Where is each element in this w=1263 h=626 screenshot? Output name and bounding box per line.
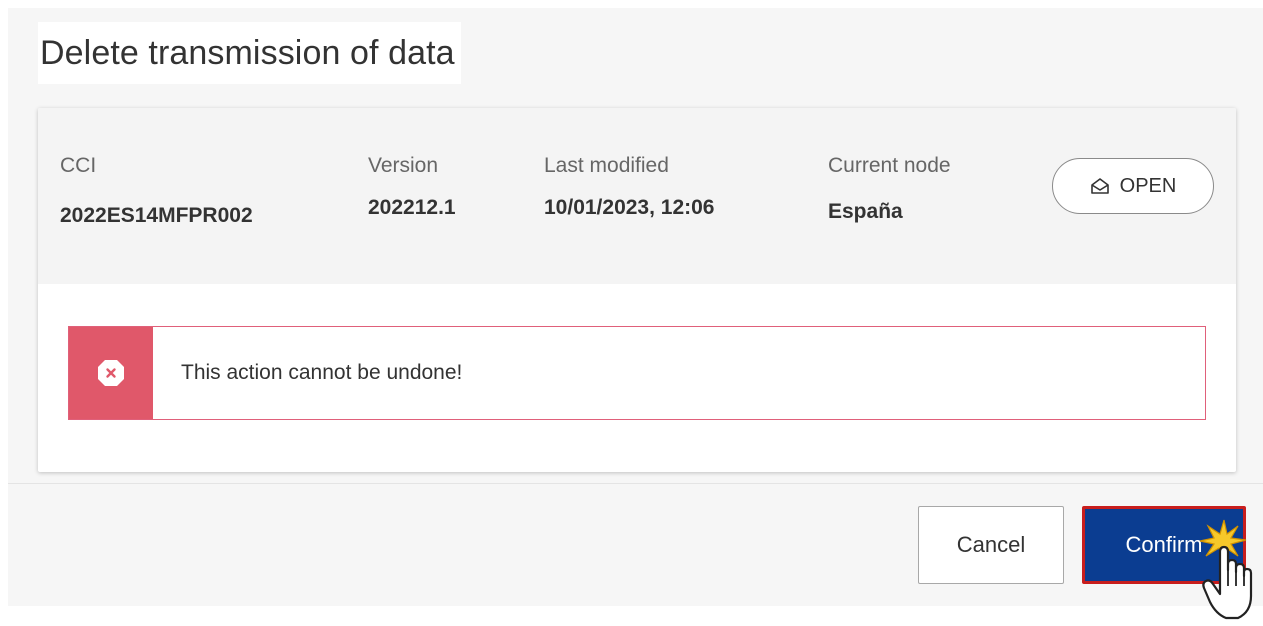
cancel-button[interactable]: Cancel [918, 506, 1064, 584]
open-envelope-icon [1090, 178, 1109, 194]
open-status-label: OPEN [1119, 174, 1177, 197]
version-value: 202212.1 [368, 196, 456, 219]
delete-dialog: Delete transmission of data CCI 2022ES14… [8, 8, 1263, 606]
version-label: Version [368, 154, 439, 177]
info-card: CCI 2022ES14MFPR002 Version 202212.1 Las… [38, 108, 1236, 472]
warning-alert: This action cannot be undone! [68, 326, 1206, 420]
cci-value: 2022ES14MFPR002 [60, 204, 253, 227]
alert-icon-box [69, 327, 153, 419]
open-status-button[interactable]: OPEN [1052, 158, 1214, 214]
card-header: CCI 2022ES14MFPR002 Version 202212.1 Las… [38, 108, 1236, 284]
current-node-field: Current node España [828, 154, 951, 224]
last-modified-value: 10/01/2023, 12:06 [544, 196, 715, 219]
version-field: Version 202212.1 [368, 154, 456, 220]
cci-field: CCI 2022ES14MFPR002 [60, 154, 253, 228]
current-node-label: Current node [828, 154, 951, 177]
dialog-title: Delete transmission of data [40, 33, 455, 72]
cci-label: CCI [60, 154, 97, 177]
confirm-button[interactable]: Confirm [1082, 506, 1246, 584]
error-x-icon [98, 360, 124, 386]
last-modified-field: Last modified 10/01/2023, 12:06 [544, 154, 714, 220]
current-node-value: España [828, 200, 903, 223]
alert-message: This action cannot be undone! [181, 361, 463, 384]
last-modified-label: Last modified [544, 154, 669, 177]
title-container: Delete transmission of data [38, 22, 461, 84]
footer-divider [8, 483, 1263, 484]
